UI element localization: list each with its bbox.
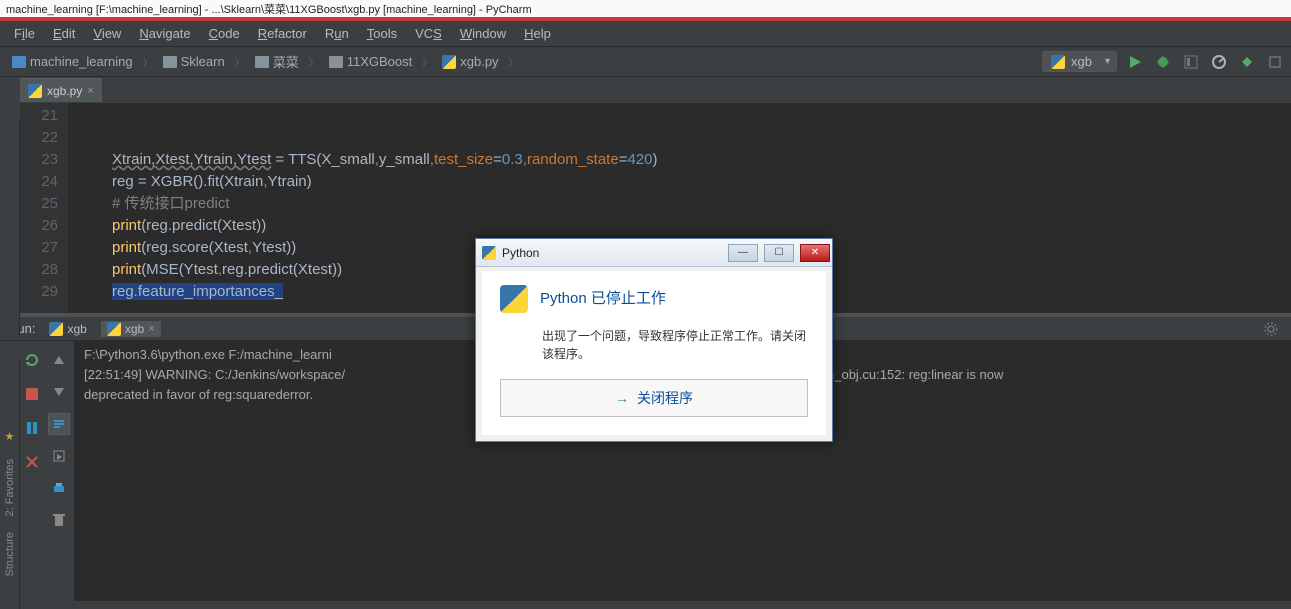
folder-icon <box>329 56 343 68</box>
menu-run[interactable]: Run <box>317 24 357 43</box>
left-tool-rail-bottom[interactable]: ★ 2: Favorites Structure <box>0 360 20 609</box>
menu-code[interactable]: Code <box>201 24 248 43</box>
dialog-message: 出现了一个问题，导致程序停止正常工作。请关闭该程序。 <box>542 327 808 363</box>
menu-edit[interactable]: Edit <box>45 24 83 43</box>
breadcrumb-item[interactable]: 菜菜 <box>249 50 305 73</box>
chevron-right-icon: 〉 <box>143 54 153 69</box>
stop-button[interactable] <box>21 383 43 405</box>
trash-button[interactable] <box>48 509 70 531</box>
editor-tab-label: xgb.py <box>47 84 82 98</box>
chevron-right-icon: 〉 <box>309 54 319 69</box>
search-everywhere-button[interactable] <box>1265 52 1285 72</box>
dialog-body: Python 已停止工作 出现了一个问题，导致程序停止正常工作。请关闭该程序。 … <box>476 267 832 441</box>
profile-button[interactable] <box>1209 52 1229 72</box>
maximize-button[interactable]: ☐ <box>764 244 794 262</box>
sidetab-structure[interactable]: Structure <box>4 532 16 577</box>
breadcrumb-file[interactable]: xgb.py <box>436 52 504 71</box>
breadcrumb-label: 菜菜 <box>273 52 299 71</box>
gear-icon[interactable] <box>1261 319 1281 339</box>
folder-icon <box>255 56 269 68</box>
breadcrumb-item[interactable]: 11XGBoost <box>323 52 419 71</box>
menu-vcs[interactable]: VCS <box>407 24 450 43</box>
python-icon <box>482 246 496 260</box>
dialog-title-text: Python <box>502 246 722 260</box>
breadcrumb-root[interactable]: machine_learning <box>6 52 139 71</box>
editor-tab-bar: xgb.py × <box>0 77 1291 103</box>
debug-button[interactable] <box>1153 52 1173 72</box>
menu-window[interactable]: Window <box>452 24 514 43</box>
window-title-text: machine_learning [F:\machine_learning] -… <box>6 1 532 17</box>
chevron-right-icon: 〉 <box>422 54 432 69</box>
close-icon[interactable]: × <box>87 85 93 97</box>
breadcrumb-label: Sklearn <box>181 54 225 69</box>
folder-icon <box>12 56 26 68</box>
breadcrumb-label: xgb.py <box>460 54 498 69</box>
run-left-toolbar-2 <box>44 341 74 601</box>
line-gutter: 21 22 23 24 25 26 27 28 29 <box>20 103 68 313</box>
python-icon <box>500 285 528 313</box>
close-program-button[interactable]: → 关闭程序 <box>500 379 808 417</box>
run-left-toolbar-1 <box>20 341 44 601</box>
rerun-button[interactable] <box>21 349 43 371</box>
breadcrumb-label: machine_learning <box>30 54 133 69</box>
close-button[interactable]: ✕ <box>800 244 830 262</box>
run-button[interactable] <box>1125 52 1145 72</box>
python-file-icon <box>49 322 63 336</box>
sidetab-favorites[interactable]: 2: Favorites <box>4 459 16 516</box>
run-config-label: xgb <box>1071 54 1092 69</box>
python-file-icon <box>28 84 42 98</box>
attach-button[interactable] <box>1237 52 1257 72</box>
menu-help[interactable]: Help <box>516 24 559 43</box>
chevron-right-icon: 〉 <box>509 54 519 69</box>
pause-button[interactable] <box>21 417 43 439</box>
python-file-icon <box>107 322 121 336</box>
python-file-icon <box>1051 55 1065 69</box>
menu-navigate[interactable]: Navigate <box>131 24 198 43</box>
breadcrumb-label: 11XGBoost <box>347 54 413 69</box>
chevron-right-icon: 〉 <box>235 54 245 69</box>
folder-icon <box>163 56 177 68</box>
close-icon[interactable]: × <box>148 323 154 335</box>
exit-button[interactable] <box>21 451 43 473</box>
up-button[interactable] <box>48 349 70 371</box>
arrow-right-icon: → <box>615 390 629 406</box>
menu-view[interactable]: View <box>85 24 129 43</box>
dialog-heading: Python 已停止工作 <box>540 287 666 308</box>
run-tab[interactable]: xgb <box>43 321 92 337</box>
dialog-titlebar[interactable]: Python — ☐ ✕ <box>476 239 832 267</box>
scroll-to-end-button[interactable] <box>48 445 70 467</box>
editor-tab[interactable]: xgb.py × <box>20 78 102 102</box>
button-label: 关闭程序 <box>637 388 693 408</box>
down-button[interactable] <box>48 381 70 403</box>
minimize-button[interactable]: — <box>728 244 758 262</box>
menu-bar: File Edit View Navigate Code Refactor Ru… <box>0 21 1291 47</box>
left-tool-rail[interactable] <box>0 120 20 336</box>
run-config-selector[interactable]: xgb <box>1042 51 1117 72</box>
star-icon[interactable]: ★ <box>5 430 15 443</box>
print-button[interactable] <box>48 477 70 499</box>
python-file-icon <box>442 55 456 69</box>
menu-tools[interactable]: Tools <box>359 24 405 43</box>
soft-wrap-button[interactable] <box>48 413 70 435</box>
coverage-button[interactable] <box>1181 52 1201 72</box>
run-tab-active[interactable]: xgb × <box>101 321 161 337</box>
window-titlebar: machine_learning [F:\machine_learning] -… <box>0 0 1291 17</box>
menu-file[interactable]: File <box>6 24 43 43</box>
menu-refactor[interactable]: Refactor <box>250 24 315 43</box>
navigation-bar: machine_learning 〉 Sklearn 〉 菜菜 〉 11XGBo… <box>0 47 1291 77</box>
breadcrumb-item[interactable]: Sklearn <box>157 52 231 71</box>
error-dialog: Python — ☐ ✕ Python 已停止工作 出现了一个问题，导致程序停止… <box>475 238 833 442</box>
